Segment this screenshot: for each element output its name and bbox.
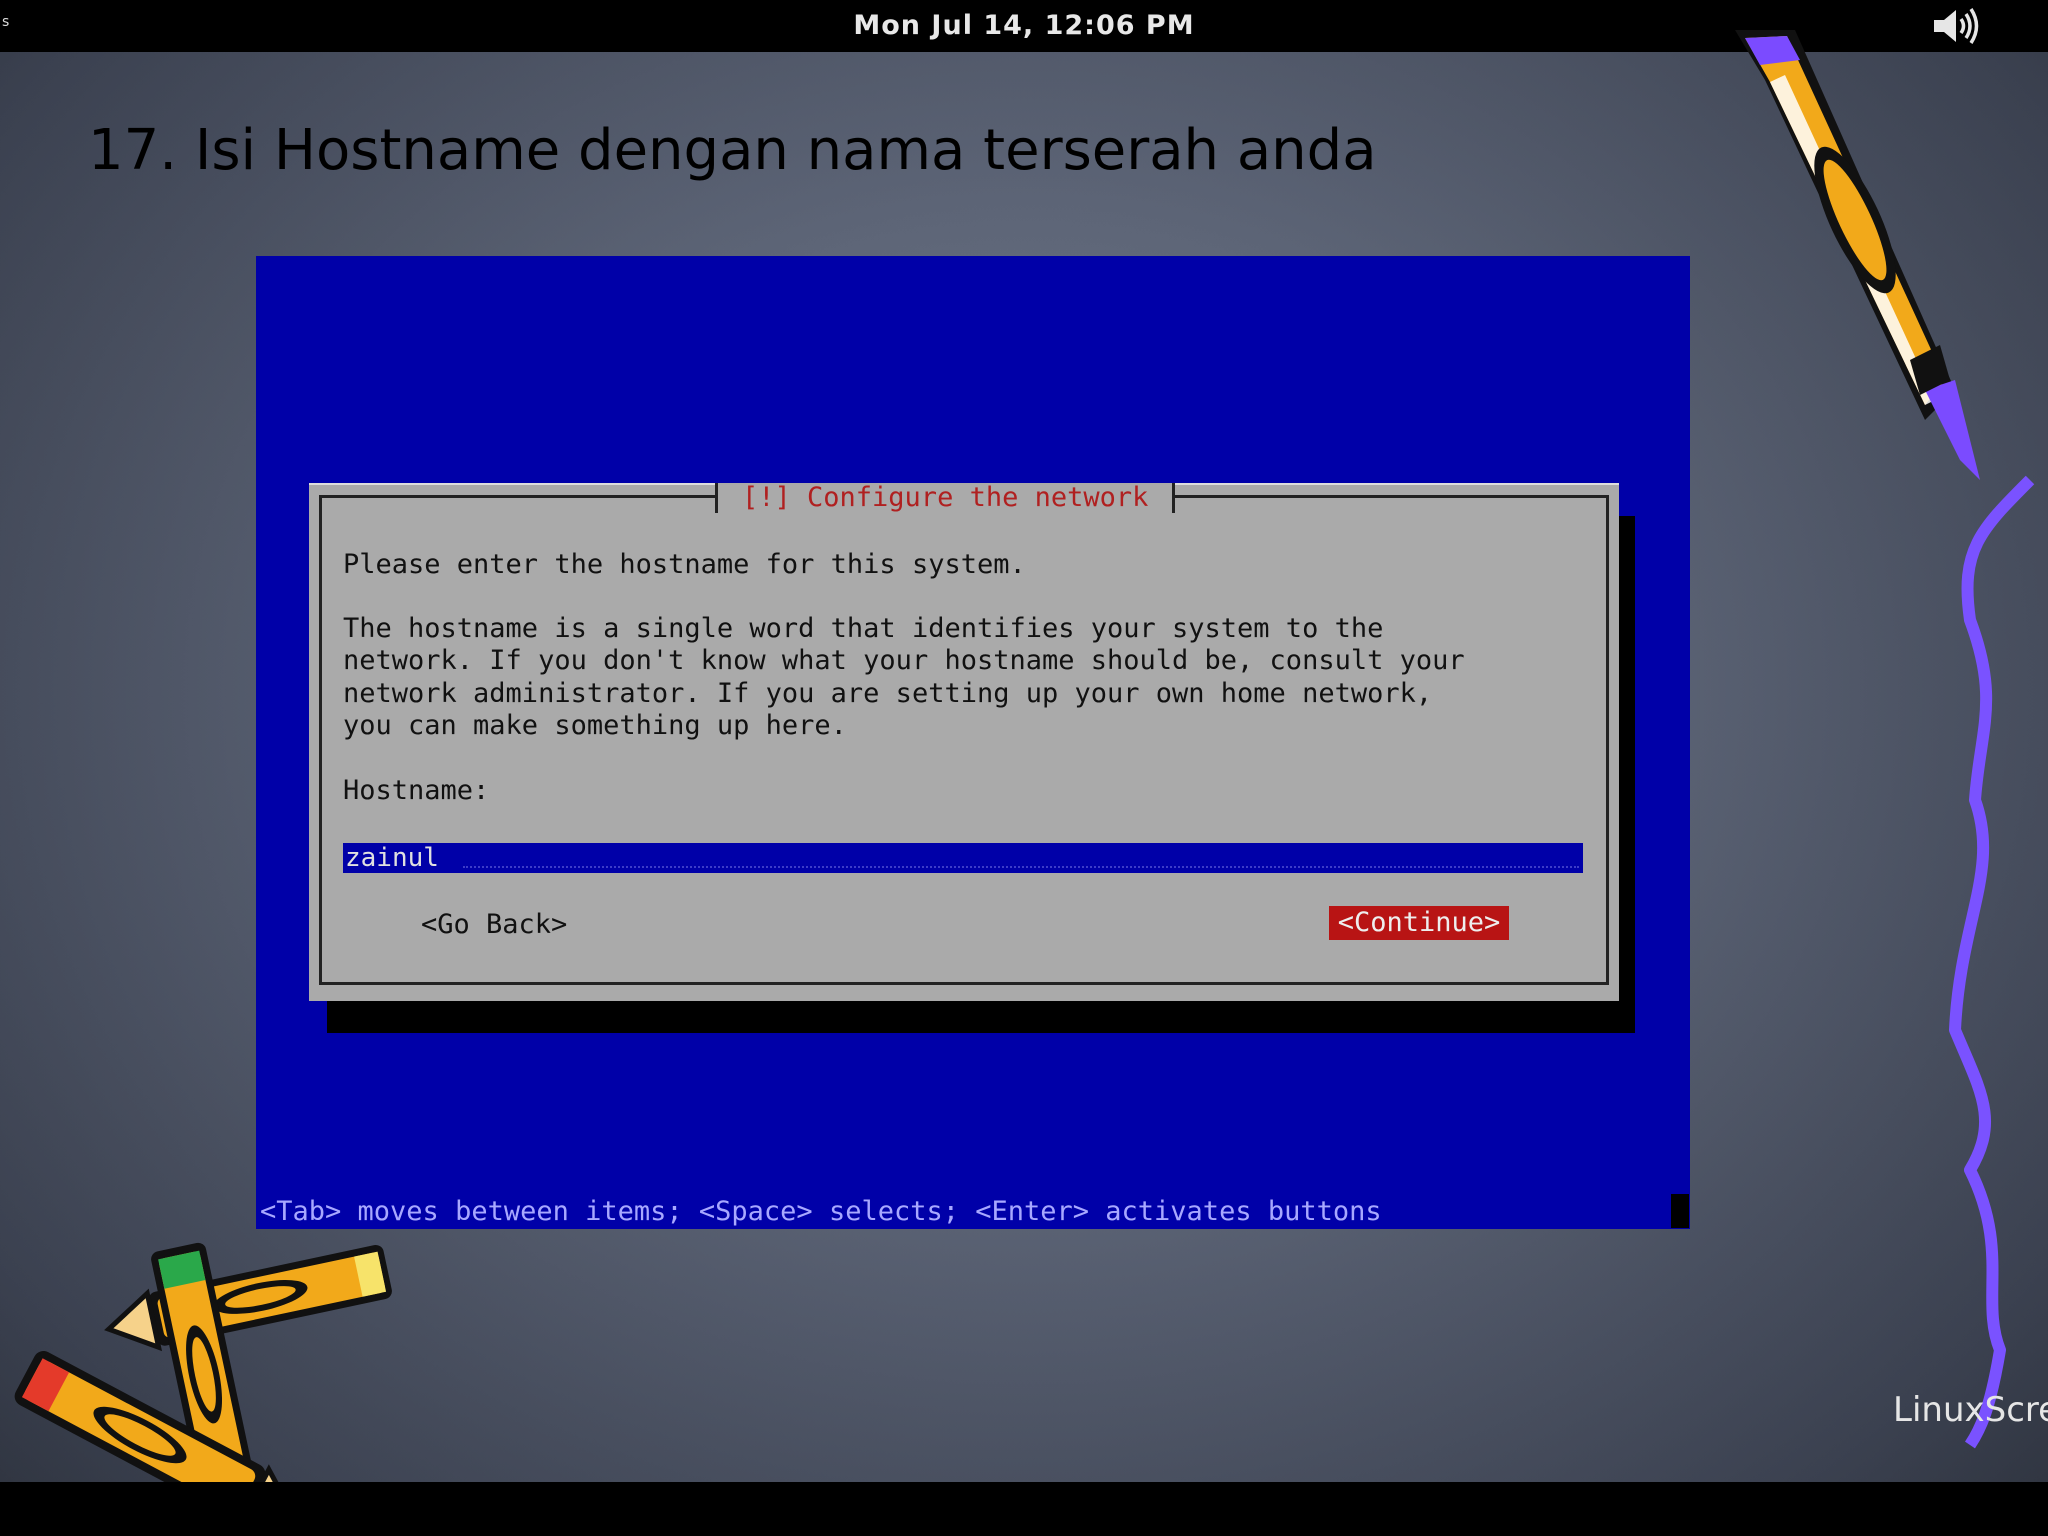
watermark: LinuxScre — [1893, 1390, 2048, 1430]
cursor-block — [1671, 1194, 1689, 1228]
dialog-description-line: network administrator. If you are settin… — [343, 678, 1433, 709]
keyboard-help-line: <Tab> moves between items; <Space> selec… — [260, 1196, 1382, 1227]
hostname-field-fill — [463, 866, 1579, 868]
installer-screen: [!] Configure the network Please enter t… — [256, 256, 1690, 1229]
bottom-bar — [0, 1482, 2048, 1536]
hostname-value[interactable]: zainul — [343, 843, 441, 873]
hostname-input[interactable]: zainul — [343, 843, 1583, 873]
dialog-prompt: Please enter the hostname for this syste… — [343, 549, 1026, 580]
go-back-button[interactable]: <Go Back> — [417, 909, 571, 940]
dialog-description-line: you can make something up here. — [343, 710, 847, 741]
configure-network-dialog: [!] Configure the network Please enter t… — [309, 483, 1619, 1001]
dialog-title: [!] Configure the network — [715, 483, 1176, 513]
slide-title: 17. Isi Hostname dengan nama terserah an… — [88, 118, 1377, 183]
dialog-description-line: The hostname is a single word that ident… — [343, 613, 1384, 644]
continue-button[interactable]: <Continue> — [1329, 906, 1509, 940]
bottom-bar-indicator — [2026, 1488, 2048, 1536]
pencil-clipart-icon — [1735, 30, 1980, 480]
hostname-label: Hostname: — [343, 775, 490, 806]
dialog-description-line: network. If you don't know what your hos… — [343, 645, 1465, 676]
squiggle-line-icon — [1949, 475, 2035, 1449]
